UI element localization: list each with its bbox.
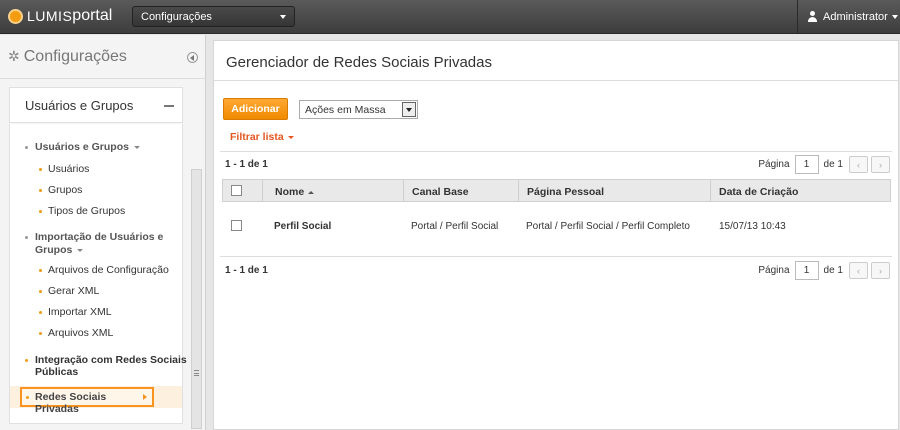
sidebar-section-usuarios-grupos[interactable]: Usuários e Grupos: [35, 141, 140, 153]
gear-icon: ✲: [8, 48, 20, 64]
page-label: Página: [758, 265, 790, 276]
sidebar-item-importar-xml[interactable]: Importar XML: [48, 306, 112, 318]
row-checkbox[interactable]: [231, 220, 242, 231]
column-header-data-criacao[interactable]: Data de Criação: [719, 186, 798, 198]
sidebar-section-label: Usuários e Grupos: [35, 141, 129, 153]
divider: [214, 80, 900, 81]
top-bar: LUMIS portal Configurações Administrator: [0, 0, 900, 34]
bullet-icon: [26, 396, 29, 399]
next-page-button[interactable]: ›: [871, 156, 890, 173]
chevron-down-icon: [280, 15, 286, 19]
page-input[interactable]: 1: [794, 261, 819, 280]
filter-list-label: Filtrar lista: [230, 131, 284, 143]
page-input[interactable]: 1: [794, 155, 819, 174]
sidebar-group-header[interactable]: Usuários e Grupos: [9, 87, 183, 123]
filter-list-link[interactable]: Filtrar lista: [230, 131, 294, 143]
sidebar-header: ✲ Configurações: [0, 35, 206, 79]
cell-data-criacao: 15/07/13 10:43: [719, 221, 786, 232]
pagination-top: Página 1 de 1 ‹ ›: [758, 155, 890, 174]
pagination-bottom: Página 1 de 1 ‹ ›: [758, 261, 890, 280]
bulk-actions-select[interactable]: Ações em Massa: [299, 100, 418, 119]
sidebar-item-tipos-de-grupos[interactable]: Tipos de Grupos: [48, 205, 125, 217]
user-menu[interactable]: Administrator: [797, 0, 900, 33]
collapse-minus-icon[interactable]: [164, 105, 174, 107]
page-title: Gerenciador de Redes Sociais Privadas: [226, 54, 492, 71]
divider: [220, 256, 892, 257]
lumis-portal-logo[interactable]: LUMIS portal: [8, 7, 112, 25]
cell-pagina-pessoal: Portal / Perfil Social / Perfil Completo: [526, 221, 690, 232]
sidebar-item-redes-sociais-privadas[interactable]: Redes Sociais Privadas: [20, 387, 154, 415]
dropdown-arrow-icon[interactable]: [402, 102, 416, 117]
sidebar-item-arquivos-xml[interactable]: Arquivos XML: [48, 327, 113, 339]
sidebar-section-label: Grupos: [35, 244, 73, 256]
bullet-icon: [39, 311, 42, 314]
bullet-icon: [39, 269, 42, 272]
main-panel: Gerenciador de Redes Sociais Privadas Ad…: [213, 40, 900, 430]
logo-lumis-text: LUMIS: [27, 8, 73, 24]
sort-ascending-icon: [308, 190, 315, 194]
chevron-down-icon: [891, 14, 898, 19]
user-icon: [807, 11, 818, 22]
chevron-down-icon: [77, 248, 84, 252]
logo-circle-icon: [8, 8, 23, 24]
sidebar-group-label: Usuários e Grupos: [25, 97, 134, 113]
sidebar-item-usuarios[interactable]: Usuários: [48, 163, 89, 175]
sidebar-item-arquivos-configuracao[interactable]: Arquivos de Configuração: [48, 264, 169, 276]
column-header-canal-base[interactable]: Canal Base: [412, 186, 469, 198]
sidebar-scrollbar[interactable]: [191, 169, 202, 429]
bullet-icon: [39, 290, 42, 293]
chevron-down-icon: [287, 135, 294, 139]
column-divider: [710, 180, 711, 201]
table-header: Nome Canal Base Página Pessoal Data de C…: [222, 179, 891, 202]
bullet-icon: [25, 359, 28, 362]
bullet-icon: [39, 332, 42, 335]
bullet-icon: [39, 168, 42, 171]
prev-page-button[interactable]: ‹: [849, 262, 868, 279]
next-page-button[interactable]: ›: [871, 262, 890, 279]
sidebar: ✲ Configurações Usuários e Grupos Usuári…: [0, 35, 206, 430]
column-header-nome[interactable]: Nome: [275, 186, 315, 198]
column-divider: [403, 180, 404, 201]
column-divider: [518, 180, 519, 201]
context-select[interactable]: Configurações: [132, 6, 295, 27]
context-select-value: Configurações: [141, 11, 212, 23]
chevron-right-icon: [143, 394, 147, 400]
bullet-icon: [25, 146, 28, 149]
column-header-label: Nome: [275, 186, 305, 198]
select-all-checkbox[interactable]: [231, 185, 242, 196]
cell-canal-base: Portal / Perfil Social: [411, 221, 499, 232]
sidebar-section-importacao[interactable]: Importação de Usuários e: [35, 231, 163, 243]
scroll-grip-icon[interactable]: [194, 370, 199, 376]
sidebar-section-importacao-cont[interactable]: Grupos: [35, 244, 84, 256]
page-of-label: de 1: [823, 159, 843, 170]
sidebar-section-integracao-cont[interactable]: Públicas: [35, 366, 78, 378]
bullet-icon: [39, 189, 42, 192]
column-divider: [262, 180, 263, 201]
collapse-sidebar-icon[interactable]: [187, 52, 198, 63]
bullet-icon: [39, 210, 42, 213]
page-label: Página: [758, 159, 790, 170]
sidebar-item-grupos[interactable]: Grupos: [48, 184, 82, 196]
chevron-down-icon: [133, 145, 140, 149]
prev-page-button[interactable]: ‹: [849, 156, 868, 173]
add-button[interactable]: Adicionar: [223, 98, 288, 120]
page-of-label: de 1: [823, 265, 843, 276]
logo-portal-text: portal: [72, 7, 113, 24]
result-count-top: 1 - 1 de 1: [225, 159, 268, 170]
bullet-icon: [25, 236, 28, 239]
result-count-bottom: 1 - 1 de 1: [225, 265, 268, 276]
cell-nome[interactable]: Perfil Social: [274, 221, 331, 232]
column-header-pagina-pessoal[interactable]: Página Pessoal: [527, 186, 604, 198]
divider: [220, 151, 892, 152]
sidebar-title: Configurações: [23, 47, 127, 65]
sidebar-section-integracao[interactable]: Integração com Redes Sociais: [35, 354, 187, 366]
sidebar-item-gerar-xml[interactable]: Gerar XML: [48, 285, 99, 297]
bulk-actions-value: Ações em Massa: [305, 104, 386, 116]
user-name: Administrator: [823, 10, 888, 23]
